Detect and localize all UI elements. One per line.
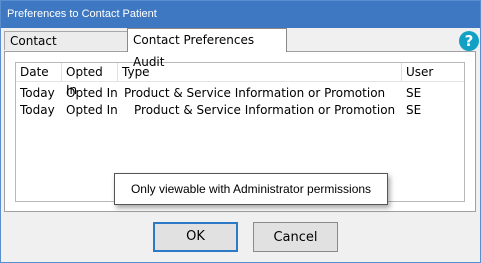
preferences-dialog: Preferences to Contact Patient Contact P… <box>0 0 481 263</box>
ok-button[interactable]: OK <box>153 222 238 252</box>
window-title: Preferences to Contact Patient <box>7 8 157 20</box>
table-header: Date Opted In Type User <box>16 63 464 97</box>
table-row[interactable]: Today Opted In Product & Service Informa… <box>16 85 464 102</box>
column-header-date[interactable]: Date <box>16 63 62 81</box>
title-bar[interactable]: Preferences to Contact Patient <box>1 1 480 28</box>
tab-strip: Contact Preferences Contact Preferences … <box>1 28 480 69</box>
cell-user: SE <box>406 103 422 117</box>
cell-type: Product & Service Information or Promoti… <box>134 103 396 117</box>
help-icon[interactable]: ? <box>459 31 479 51</box>
column-header-user[interactable]: User <box>402 63 464 81</box>
cell-user: SE <box>406 86 422 100</box>
column-header-opted-in[interactable]: Opted In <box>62 63 118 97</box>
cell-opted-in: Opted In <box>66 103 118 117</box>
cell-type: Product & Service Information or Promoti… <box>124 86 386 100</box>
permissions-tooltip: Only viewable with Administrator permiss… <box>114 173 388 205</box>
tab-contact-preferences[interactable]: Contact Preferences <box>4 31 128 67</box>
tab-contact-preferences-audit[interactable]: Contact Preferences Audit <box>127 28 287 69</box>
cell-opted-in: Opted In <box>66 86 118 100</box>
cell-date: Today <box>20 86 55 100</box>
cell-date: Today <box>20 103 55 117</box>
cancel-button[interactable]: Cancel <box>253 222 338 252</box>
table-row[interactable]: Today Opted In Product & Service Informa… <box>16 102 464 119</box>
